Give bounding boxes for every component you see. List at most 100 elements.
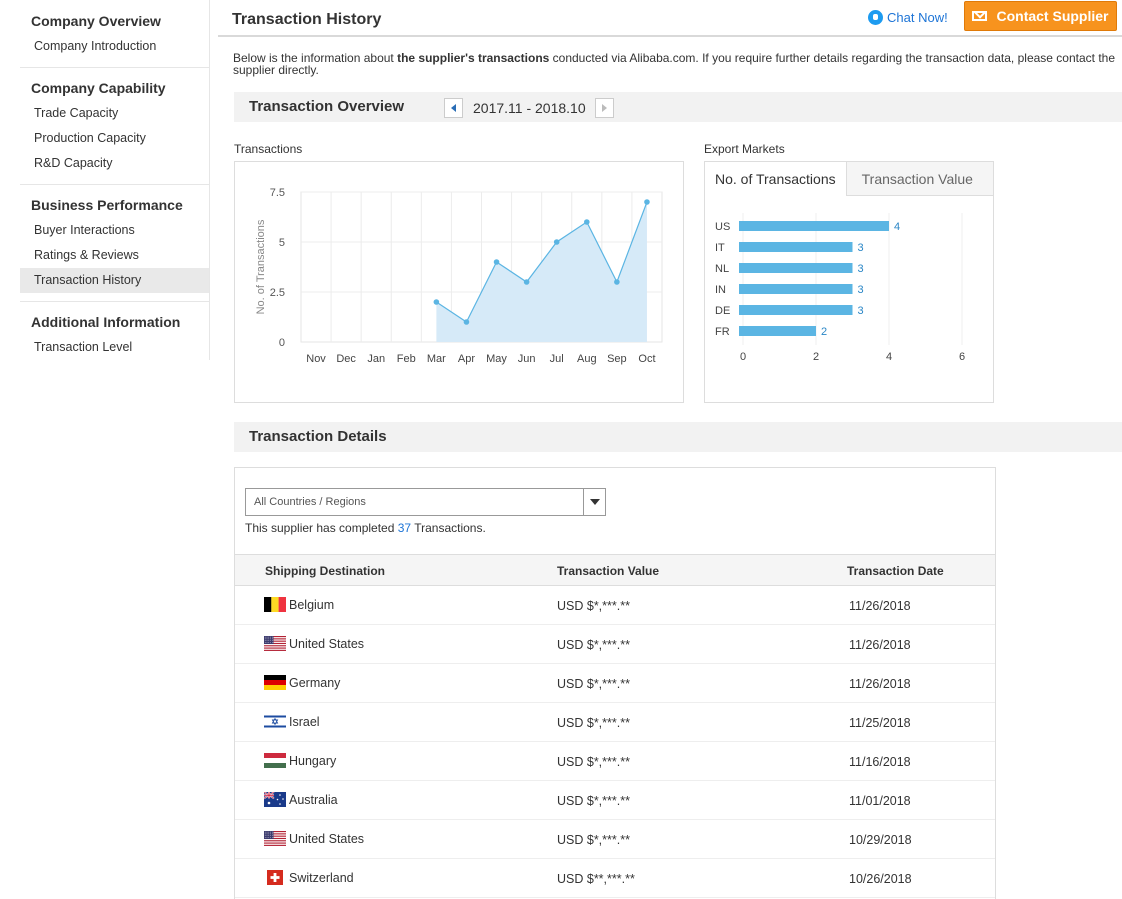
sidebar-item[interactable]: R&D Capacity — [20, 151, 209, 176]
bar — [739, 242, 853, 252]
date-cell: 11/26/2018 — [849, 638, 911, 652]
value-cell: USD $**,***.** — [557, 872, 635, 886]
export-markets-panel: No. of Transactions Transaction Value 0 2… — [704, 161, 994, 403]
table-row: Belgium USD $*,***.** 11/26/2018 — [235, 586, 995, 625]
israel-flag-icon — [264, 714, 286, 729]
y-tick-label: 5 — [279, 237, 285, 249]
chevron-right-icon — [601, 104, 607, 112]
intro-text: Below is the information about the suppl… — [233, 52, 1122, 76]
completed-suffix: Transactions. — [411, 521, 486, 535]
mail-icon — [972, 11, 988, 21]
bar-value-label: 3 — [858, 263, 864, 275]
table-row: United States USD $*,***.** 10/29/2018 — [235, 820, 995, 859]
bar-value-label: 3 — [858, 242, 864, 254]
country-region-select[interactable]: All Countries / Regions — [245, 488, 606, 516]
data-point — [614, 279, 620, 285]
contact-supplier-button[interactable]: Contact Supplier — [964, 1, 1117, 31]
data-point — [493, 259, 500, 265]
destination-cell: Belgium — [289, 598, 335, 612]
sidebar-group-title: Business Performance — [31, 197, 183, 213]
chat-now-link[interactable]: Chat Now! — [868, 7, 948, 27]
destination-cell: United States — [289, 637, 365, 651]
sidebar-item[interactable]: Transaction Level — [20, 335, 209, 360]
value-cell: USD $*,***.** — [557, 794, 630, 808]
data-point — [463, 319, 470, 325]
sidebar-group: Company Capability Trade Capacity Producti… — [20, 67, 209, 184]
bar — [739, 263, 853, 273]
x-tick-label: Sep — [607, 353, 627, 365]
date-range-selector: 2017.11 - 2018.10 — [444, 98, 614, 118]
sidebar-item[interactable]: Trade Capacity — [20, 101, 209, 126]
table-row: Switzerland USD $**,***.** 10/26/2018 — [235, 859, 995, 898]
bar-value-label: 3 — [858, 284, 864, 296]
value-cell: USD $*,***.** — [557, 599, 630, 613]
data-point — [553, 239, 560, 245]
y-tick-label: 2.5 — [270, 287, 285, 299]
transaction-overview-bar: Transaction Overview 2017.11 - 2018.10 — [234, 92, 1122, 122]
transactions-chart-panel: 0 2.5 5 7.5 Nov Dec Jan Feb Mar Apr May Jun Jul Aug Se… — [234, 161, 684, 403]
page-header: Transaction History Chat Now! Contact Su… — [218, 0, 1122, 37]
bar-category-label: US — [715, 221, 730, 233]
value-cell: USD $*,***.** — [557, 716, 630, 730]
x-tick-label: Feb — [397, 353, 416, 365]
y-tick-label: 7.5 — [270, 187, 285, 199]
table-row: Israel USD $*,***.** 11/25/2018 — [235, 703, 995, 742]
value-cell: USD $*,***.** — [557, 638, 630, 652]
transaction-details-bar: Transaction Details — [234, 422, 1122, 452]
column-header-value: Transaction Value — [557, 564, 660, 578]
intro-text-bold: the supplier's transactions — [397, 51, 550, 65]
dropdown-toggle[interactable] — [583, 489, 605, 515]
date-cell: 11/01/2018 — [849, 794, 911, 808]
data-point — [433, 299, 440, 305]
destination-cell: United States — [289, 832, 365, 846]
sidebar-item[interactable]: Company Introduction — [20, 34, 209, 59]
sidebar: Company Overview Company Introduction Comp… — [20, 0, 210, 360]
x-tick-label: Jan — [367, 353, 385, 365]
bar-value-label: 3 — [858, 305, 864, 317]
x-tick-label: 6 — [959, 351, 965, 363]
sidebar-item[interactable]: Production Capacity — [20, 126, 209, 151]
tab-transaction-value[interactable]: Transaction Value — [846, 162, 993, 196]
us-flag-icon — [264, 636, 286, 651]
chat-icon — [868, 9, 883, 25]
previous-range-button[interactable] — [444, 98, 463, 118]
switzerland-flag-icon — [264, 870, 286, 885]
sidebar-group-title: Company Capability — [31, 80, 166, 96]
x-tick-label: Nov — [306, 353, 326, 365]
x-tick-label: Mar — [427, 353, 446, 365]
australia-flag-icon — [264, 792, 286, 807]
bar — [739, 221, 889, 231]
x-tick-label: Apr — [458, 353, 475, 365]
sidebar-item[interactable]: Buyer Interactions — [20, 218, 209, 243]
destination-cell: Germany — [289, 676, 341, 690]
table-row: United States USD $*,***.** 11/26/2018 — [235, 625, 995, 664]
destination-cell: Israel — [289, 715, 320, 729]
table-row: Germany USD $*,***.** 11/26/2018 — [235, 664, 995, 703]
chat-now-label: Chat Now! — [887, 9, 948, 25]
bar-category-label: DE — [715, 305, 730, 317]
table-row: Australia USD $*,***.** 11/01/2018 — [235, 781, 995, 820]
bar-category-label: IN — [715, 284, 726, 296]
sidebar-item[interactable]: Transaction History — [20, 268, 209, 293]
bar-category-label: NL — [715, 263, 729, 275]
sidebar-item[interactable]: Ratings & Reviews — [20, 243, 209, 268]
column-header-date: Transaction Date — [847, 564, 944, 578]
bar-category-label: IT — [715, 242, 725, 254]
belgium-flag-icon — [264, 597, 286, 612]
data-point — [523, 279, 530, 285]
export-markets-tabs: No. of Transactions Transaction Value — [705, 162, 993, 196]
x-tick-label: 0 — [740, 351, 746, 363]
transaction-details-title: Transaction Details — [249, 428, 387, 445]
completed-prefix: This supplier has completed — [245, 521, 398, 535]
germany-flag-icon — [264, 675, 286, 690]
next-range-button[interactable] — [594, 98, 614, 118]
tab-no-of-transactions[interactable]: No. of Transactions — [705, 162, 847, 196]
bar-category-label: FR — [715, 326, 730, 338]
y-tick-label: 0 — [279, 337, 285, 349]
bar-value-label: 4 — [894, 221, 900, 233]
sidebar-group: Additional Information Transaction Level — [20, 301, 209, 368]
data-point — [644, 199, 650, 205]
bar-value-label: 2 — [821, 326, 827, 338]
date-cell: 11/26/2018 — [849, 677, 911, 691]
table-header: Shipping Destination Transaction Value T… — [235, 554, 995, 586]
